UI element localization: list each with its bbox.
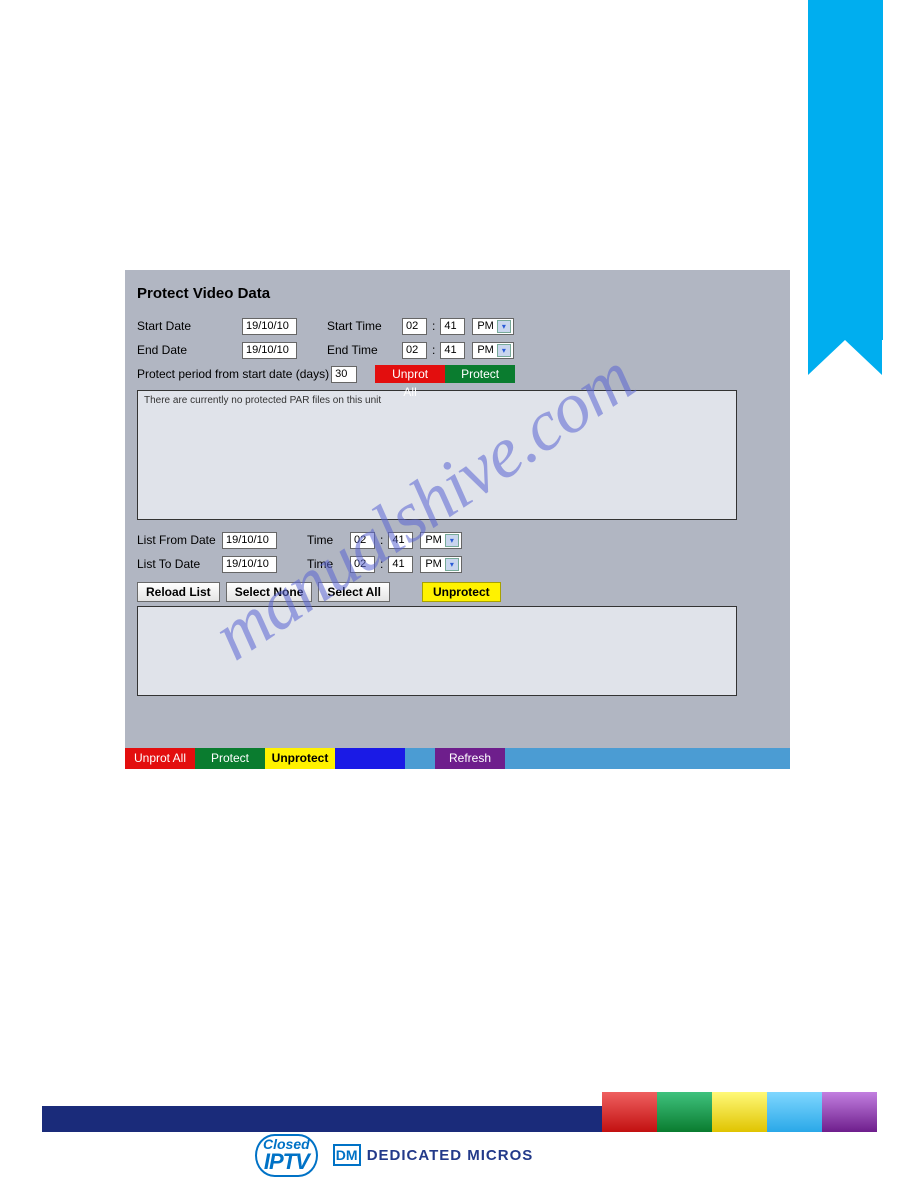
end-ampm-value: PM: [477, 344, 494, 356]
start-date-row: Start Date Start Time : PM ▾: [137, 314, 778, 338]
list-to-ampm-select[interactable]: PM ▾: [420, 556, 462, 573]
dm-mark-icon: DM: [333, 1144, 361, 1166]
list-from-ampm-select[interactable]: PM ▾: [420, 532, 462, 549]
footer-color-chips: [602, 1092, 877, 1132]
end-ampm-select[interactable]: PM ▾: [472, 342, 514, 359]
iptv-logo-bottom: IPTV: [264, 1149, 309, 1174]
actionbar-unprot-all-button[interactable]: Unprot All: [125, 748, 195, 769]
end-date-label: End Date: [137, 343, 242, 357]
dedicated-micros-logo: DM DEDICATED MICROS: [333, 1144, 534, 1166]
list-to-date-input[interactable]: [222, 556, 277, 573]
footer-logos: Closed IPTV DM DEDICATED MICROS: [255, 1134, 533, 1177]
start-hour-input[interactable]: [402, 318, 427, 335]
footer-chip-cyan: [767, 1092, 822, 1132]
panel-title: Protect Video Data: [125, 270, 790, 314]
footer-chip-purple: [822, 1092, 877, 1132]
chevron-down-icon: ▾: [445, 558, 459, 571]
chevron-down-icon: ▾: [445, 534, 459, 547]
protected-files-list[interactable]: There are currently no protected PAR fil…: [137, 390, 737, 520]
protect-period-row: Protect period from start date (days) Un…: [137, 362, 778, 386]
list-to-ampm-value: PM: [425, 558, 442, 570]
list-from-time-label: Time: [307, 533, 347, 547]
list-from-label: List From Date: [137, 533, 222, 547]
list-to-time-label: Time: [307, 557, 347, 571]
time-colon: :: [380, 533, 383, 547]
start-date-label: Start Date: [137, 319, 242, 333]
start-ampm-select[interactable]: PM ▾: [472, 318, 514, 335]
footer-chip-yellow: [712, 1092, 767, 1132]
end-date-row: End Date End Time : PM ▾: [137, 338, 778, 362]
reload-list-button[interactable]: Reload List: [137, 582, 220, 602]
end-date-input[interactable]: [242, 342, 297, 359]
list-from-ampm-value: PM: [425, 534, 442, 546]
time-colon: :: [380, 557, 383, 571]
protected-files-empty-msg: There are currently no protected PAR fil…: [144, 395, 381, 406]
list-to-row: List To Date Time : PM ▾: [137, 552, 778, 576]
protect-period-label: Protect period from start date (days): [137, 367, 329, 381]
actionbar-unprotect-button[interactable]: Unprotect: [265, 748, 335, 769]
list-from-minute-input[interactable]: [388, 532, 413, 549]
start-date-input[interactable]: [242, 318, 297, 335]
bookmark-ribbon: [808, 0, 883, 340]
dm-text: DEDICATED MICROS: [367, 1147, 534, 1164]
footer-chip-green: [657, 1092, 712, 1132]
actionbar-spacer: [405, 748, 435, 769]
footer-navy-bar: [42, 1106, 602, 1132]
end-minute-input[interactable]: [440, 342, 465, 359]
protect-button[interactable]: Protect: [445, 365, 515, 383]
list-to-hour-input[interactable]: [350, 556, 375, 573]
closed-iptv-logo: Closed IPTV: [255, 1134, 318, 1177]
chevron-down-icon: ▾: [497, 320, 511, 333]
actionbar-protect-button[interactable]: Protect: [195, 748, 265, 769]
start-minute-input[interactable]: [440, 318, 465, 335]
list-to-minute-input[interactable]: [388, 556, 413, 573]
actionbar-refresh-button[interactable]: Refresh: [435, 748, 505, 769]
list-from-hour-input[interactable]: [350, 532, 375, 549]
end-time-label: End Time: [327, 343, 399, 357]
time-colon: :: [432, 343, 435, 357]
panel-action-bar: Unprot All Protect Unprotect Refresh: [125, 748, 790, 769]
results-list[interactable]: [137, 606, 737, 696]
protect-video-panel: Protect Video Data Start Date Start Time…: [125, 270, 790, 769]
chevron-down-icon: ▾: [497, 344, 511, 357]
actionbar-blue-button[interactable]: [335, 748, 405, 769]
select-none-button[interactable]: Select None: [226, 582, 313, 602]
page-footer: [42, 1092, 877, 1132]
protect-period-input[interactable]: [331, 366, 357, 383]
footer-chip-red: [602, 1092, 657, 1132]
time-colon: :: [432, 319, 435, 333]
unprot-all-button[interactable]: Unprot All: [375, 365, 445, 383]
list-to-label: List To Date: [137, 557, 222, 571]
select-all-button[interactable]: Select All: [318, 582, 390, 602]
start-ampm-value: PM: [477, 320, 494, 332]
list-from-row: List From Date Time : PM ▾: [137, 528, 778, 552]
list-buttons-row: Reload List Select None Select All Unpro…: [137, 582, 778, 602]
start-time-label: Start Time: [327, 319, 399, 333]
end-hour-input[interactable]: [402, 342, 427, 359]
list-from-date-input[interactable]: [222, 532, 277, 549]
unprotect-button[interactable]: Unprotect: [422, 582, 501, 602]
